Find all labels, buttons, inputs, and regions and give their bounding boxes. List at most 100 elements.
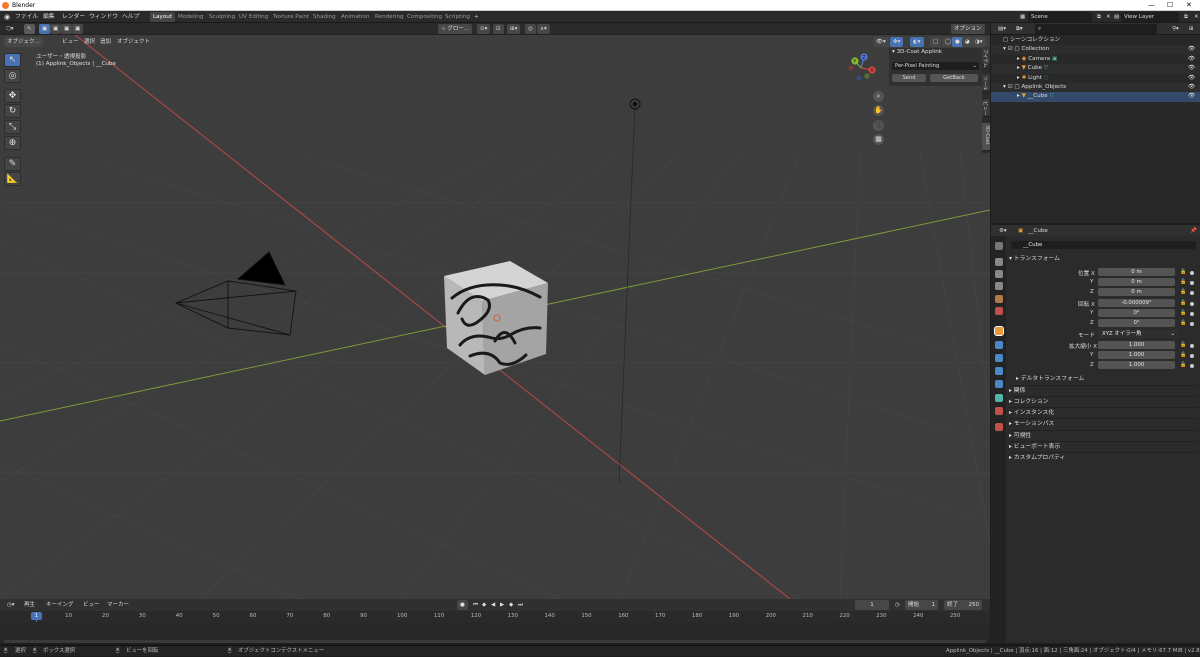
outliner-row-cube[interactable]: ▸ ▼ Cube ▽ 👁 — [991, 64, 1200, 74]
tab-item[interactable]: アイテム — [982, 47, 990, 68]
location-x-field[interactable]: 0 m — [1098, 268, 1175, 276]
lock-icon[interactable]: 🔓 — [1180, 310, 1186, 316]
snap-icon[interactable]: ⊡ — [493, 24, 504, 34]
options-dropdown[interactable]: オプション — [951, 24, 985, 34]
visibility-icon[interactable]: 👁▾ — [873, 37, 889, 47]
zoom-view-icon[interactable]: ⌕ — [873, 91, 884, 102]
eye-icon[interactable]: 👁 — [1188, 55, 1195, 64]
viewport-menu-add[interactable]: 追加 — [100, 37, 111, 47]
keyframe-dot-icon[interactable] — [1190, 364, 1194, 368]
eye-icon[interactable]: 👁 — [1188, 83, 1195, 92]
texture-properties-icon[interactable] — [995, 423, 1003, 431]
outliner-row-collection[interactable]: ▾ ☑ ▢ Collection 👁 — [991, 45, 1200, 55]
viewport-menu-select[interactable]: 選択 — [84, 37, 95, 47]
eye-icon[interactable]: 👁 — [1188, 92, 1195, 101]
scale-tool-icon[interactable]: ⤡ — [4, 120, 21, 134]
pan-view-icon[interactable]: ✋ — [873, 105, 884, 116]
delta-transform-header[interactable]: ▸ デルタトランスフォーム — [1016, 374, 1186, 384]
xray-icon[interactable]: ▢ — [930, 37, 942, 47]
lock-icon[interactable]: 🔓 — [1180, 352, 1186, 358]
camera-view-icon[interactable]: 🎥 — [873, 120, 884, 131]
constraints-properties-icon[interactable] — [995, 380, 1003, 388]
overlay-toggle-icon[interactable]: ◐▾ — [910, 37, 924, 47]
paint-mode-dropdown[interactable]: Per-Pixel Painting ⌄ — [892, 62, 979, 70]
timeline-menu-keying[interactable]: キーイング — [46, 600, 74, 610]
keyframe-dot-icon[interactable] — [1190, 291, 1194, 295]
lock-icon[interactable]: 🔓 — [1180, 320, 1186, 326]
rotation-x-field[interactable]: -0.000009° — [1098, 299, 1175, 307]
timeline-menu-view[interactable]: ビュー — [83, 600, 100, 610]
minimize-button[interactable]: — — [1148, 0, 1155, 11]
outliner-row-applink-objects[interactable]: ▾ ☑ ▢ Applink_Objects 👁 — [991, 83, 1200, 93]
timeline-scrollbar[interactable] — [4, 640, 986, 643]
location-y-field[interactable]: 0 m — [1098, 278, 1175, 286]
output-properties-icon[interactable] — [995, 270, 1003, 278]
menu-render[interactable]: レンダー — [62, 11, 85, 23]
close-button[interactable]: ✕ — [1186, 0, 1192, 11]
tab-texture-paint[interactable]: Texture Paint — [270, 12, 312, 22]
lock-icon[interactable]: 🔓 — [1180, 362, 1186, 368]
rotation-mode-dropdown[interactable]: XYZ オイラー角 ⌄ — [1098, 330, 1178, 338]
eye-icon[interactable]: 👁 — [1188, 45, 1195, 54]
particles-properties-icon[interactable] — [995, 354, 1003, 362]
keyframe-dot-icon[interactable] — [1190, 322, 1194, 326]
keyframe-dot-icon[interactable] — [1190, 344, 1194, 348]
timeline-editor-type-icon[interactable]: ◷▾ — [4, 600, 18, 610]
viewport-menu-view[interactable]: ビュー — [62, 37, 79, 47]
modifier-properties-icon[interactable] — [995, 341, 1003, 349]
record-button-icon[interactable]: ● — [457, 600, 468, 610]
send-button[interactable]: Send — [892, 74, 926, 82]
tool-settings-icon[interactable] — [995, 242, 1003, 250]
menu-edit[interactable]: 編集 — [43, 11, 55, 23]
menu-file[interactable]: ファイル — [15, 11, 38, 23]
outliner-row-light[interactable]: ▸ ✱ Light ◌ 👁 — [991, 74, 1200, 83]
navigation-gizmo[interactable]: Z X Y — [846, 51, 876, 83]
custom-properties-section[interactable]: ▸ カスタムプロパティ — [1009, 452, 1197, 462]
relations-section[interactable]: ▸ 関係 — [1009, 385, 1197, 395]
select-subtract-icon[interactable]: ▣ — [61, 24, 73, 34]
getback-button[interactable]: GetBack — [930, 74, 978, 82]
lock-icon[interactable]: 🔓 — [1180, 279, 1186, 285]
visibility-section[interactable]: ▸ 可視性 — [1009, 430, 1197, 440]
select-tool-icon[interactable]: ↖ — [4, 53, 21, 67]
object-data-properties-icon[interactable] — [995, 394, 1003, 402]
pivot-icon[interactable]: ⊙▾ — [477, 24, 491, 34]
material-properties-icon[interactable] — [995, 407, 1003, 415]
lock-icon[interactable]: 🔓 — [1180, 300, 1186, 306]
playhead-frame-badge[interactable]: 1 — [31, 612, 42, 620]
viewport-display-section[interactable]: ▸ ビューポート表示 — [1009, 441, 1197, 451]
eye-icon[interactable]: 👁 — [1188, 64, 1195, 73]
collections-section[interactable]: ▸ コレクション — [1009, 396, 1197, 406]
tab-sculpting[interactable]: Sculpting — [206, 12, 238, 22]
maximize-button[interactable]: ☐ — [1167, 0, 1173, 11]
current-frame-field[interactable]: 1 — [855, 600, 889, 610]
view-layer-copy-icon[interactable]: ⧉ — [1181, 12, 1191, 22]
world-properties-icon[interactable] — [995, 307, 1003, 315]
outliner-row-cube-applink[interactable]: ▸ ▼ __Cube ▽ 👁 — [991, 92, 1200, 102]
rendered-shading-icon[interactable]: ◑▾ — [972, 37, 986, 47]
scale-z-field[interactable]: 1.000 — [1098, 361, 1175, 369]
measure-tool-icon[interactable]: 📐 — [4, 172, 21, 186]
select-mode-icon[interactable]: ▣ — [39, 24, 51, 34]
viewport-menu-object[interactable]: オブジェクト — [117, 37, 150, 47]
view-layer-field[interactable]: View Layer — [1121, 12, 1179, 22]
keyframe-dot-icon[interactable] — [1190, 271, 1194, 275]
snap-target-icon[interactable]: ⊞▾ — [507, 24, 521, 34]
tab-animation[interactable]: Animation — [338, 12, 373, 22]
lock-icon[interactable]: 🔓 — [1180, 269, 1186, 275]
viewport-scene[interactable] — [0, 23, 990, 599]
jump-end-icon[interactable]: ⏭ — [515, 600, 526, 610]
tab-scripting[interactable]: Scripting — [442, 12, 473, 22]
outliner-row-camera[interactable]: ▸ ◉ Camera ▣ 👁 — [991, 55, 1200, 64]
menu-window[interactable]: ウィンドウ — [89, 11, 118, 23]
ortho-toggle-icon[interactable]: ▦ — [873, 134, 884, 145]
outliner-row-scene-collection[interactable]: ▢ シーンコレクション — [991, 36, 1200, 45]
cursor-tool-icon[interactable]: ↖ — [24, 24, 35, 34]
keyframe-dot-icon[interactable] — [1190, 302, 1194, 306]
scale-x-field[interactable]: 1.000 — [1098, 341, 1175, 349]
rotation-y-field[interactable]: 0° — [1098, 309, 1175, 317]
object-properties-icon[interactable] — [994, 326, 1004, 336]
select-invert-icon[interactable]: ▣ — [72, 24, 84, 34]
filter-icon[interactable]: ⚲▾ — [1169, 24, 1182, 34]
keyframe-dot-icon[interactable] — [1190, 281, 1194, 285]
